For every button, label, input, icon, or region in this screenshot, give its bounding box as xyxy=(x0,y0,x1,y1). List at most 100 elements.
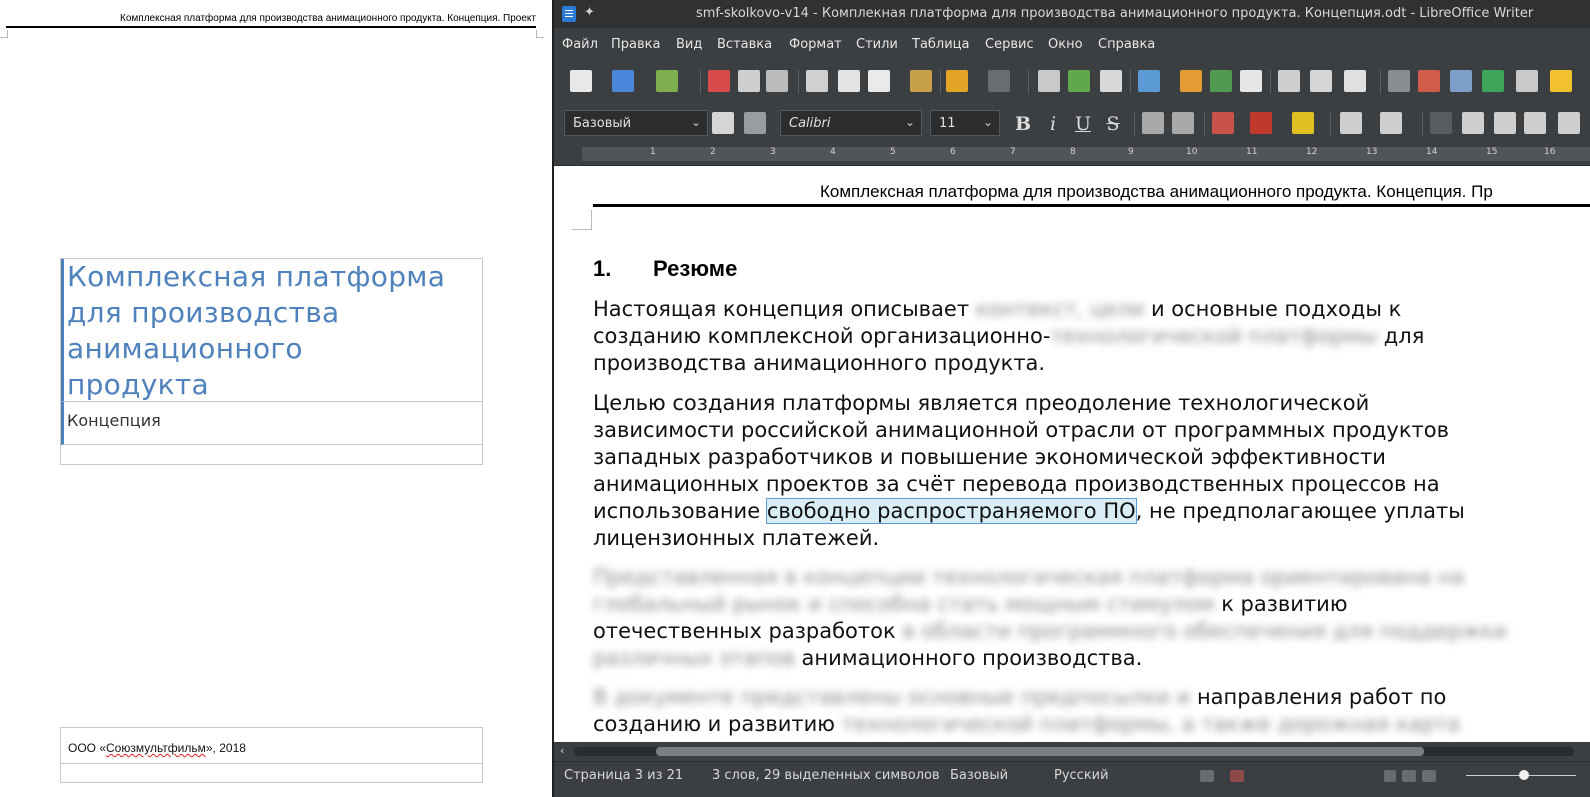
line-spacing-icon[interactable] xyxy=(1558,112,1580,134)
print-icon[interactable] xyxy=(738,70,760,92)
menu-tools[interactable]: Сервис xyxy=(985,37,1034,52)
bullet-list-icon[interactable] xyxy=(1340,112,1362,134)
menu-file[interactable]: Файл xyxy=(562,37,598,52)
scrollbar-thumb[interactable] xyxy=(656,747,1424,756)
insert-image-icon[interactable] xyxy=(1180,70,1202,92)
text-line: глобальный рынок и способна стать мощным… xyxy=(593,591,1590,618)
print-preview-icon[interactable] xyxy=(766,70,788,92)
align-right-icon[interactable] xyxy=(1494,112,1516,134)
writer-app-icon[interactable] xyxy=(562,6,576,22)
spellcheck-word[interactable]: Союзмультфильм xyxy=(106,741,206,755)
font-color-icon[interactable] xyxy=(1250,112,1272,134)
export-pdf-icon[interactable] xyxy=(708,70,730,92)
copy-icon[interactable] xyxy=(838,70,860,92)
selected-text[interactable]: свободно распространяемого ПО xyxy=(765,498,1137,524)
export-icon[interactable] xyxy=(656,70,678,92)
page-style[interactable]: Базовый xyxy=(950,768,1008,783)
menu-format[interactable]: Формат xyxy=(789,37,842,52)
insert-endnote-icon[interactable] xyxy=(1450,70,1472,92)
statusbar: Страница 3 из 21 3 слов, 29 выделенных с… xyxy=(554,761,1590,797)
multi-page-view-icon[interactable] xyxy=(1402,770,1416,782)
update-style-icon[interactable] xyxy=(712,112,734,134)
italic-button[interactable]: i xyxy=(1042,112,1064,136)
paragraph[interactable]: В документе представлены основные предпо… xyxy=(593,684,1590,738)
document-modified-icon[interactable] xyxy=(1230,770,1244,782)
page-indicator[interactable]: Страница 3 из 21 xyxy=(564,768,683,783)
paste-icon[interactable] xyxy=(868,70,890,92)
save-icon[interactable] xyxy=(612,70,634,92)
bold-button[interactable]: B xyxy=(1012,112,1034,136)
superscript-icon[interactable] xyxy=(1142,112,1164,134)
align-left-icon[interactable] xyxy=(1430,112,1452,134)
font-size-select[interactable]: 11 ⌄ xyxy=(930,110,1000,136)
menu-styles[interactable]: Стили xyxy=(856,37,898,52)
align-center-icon[interactable] xyxy=(1462,112,1484,134)
menu-edit[interactable]: Правка xyxy=(611,37,660,52)
footer-cell[interactable]: ООО «Союзмультфильм», 2018 xyxy=(61,728,482,764)
paragraph[interactable]: Настоящая концепция описывает контекст, … xyxy=(593,296,1590,377)
title-cell[interactable]: Комплексная платформа для производства а… xyxy=(61,259,482,402)
insert-comment-icon[interactable] xyxy=(1550,70,1572,92)
company-footer: ООО «Союзмультфильм», 2018 xyxy=(68,741,246,755)
paragraph[interactable]: Представленная в концепции технологическ… xyxy=(593,564,1590,672)
menu-window[interactable]: Окно xyxy=(1048,37,1083,52)
text-run: отечественных разработок xyxy=(593,619,903,643)
horizontal-scrollbar[interactable]: ‹ xyxy=(554,742,1590,761)
menu-insert[interactable]: Вставка xyxy=(717,37,772,52)
paragraph-style-select[interactable]: Базовый ⌄ xyxy=(564,110,708,136)
insert-page-break-icon[interactable] xyxy=(1278,70,1300,92)
insert-special-character-icon[interactable] xyxy=(1344,70,1366,92)
ruler-number: 1 xyxy=(650,147,656,157)
document-canvas[interactable]: Комплексная платформа для производства а… xyxy=(554,166,1590,742)
menu-view[interactable]: Вид xyxy=(676,37,702,52)
selection-mode-icon[interactable] xyxy=(1200,770,1214,782)
insert-table-icon[interactable] xyxy=(1138,70,1160,92)
scroll-left-icon[interactable]: ‹ xyxy=(560,744,564,757)
single-page-view-icon[interactable] xyxy=(1384,770,1396,782)
insert-field-icon[interactable] xyxy=(1310,70,1332,92)
menu-table[interactable]: Таблица xyxy=(912,37,970,52)
redacted-text: В документе представлены основные предпо… xyxy=(593,685,1191,709)
find-replace-icon[interactable] xyxy=(1038,70,1060,92)
formatting-marks-icon[interactable] xyxy=(1100,70,1122,92)
insert-footnote-icon[interactable] xyxy=(1418,70,1440,92)
cut-icon[interactable] xyxy=(806,70,828,92)
clone-formatting-icon[interactable] xyxy=(910,70,932,92)
word-count[interactable]: 3 слов, 29 выделенных символов xyxy=(712,768,940,783)
subtitle-cell[interactable]: Концепция xyxy=(61,402,482,445)
undo-icon[interactable] xyxy=(946,70,968,92)
horizontal-ruler[interactable]: 1 2 3 4 5 6 7 8 9 10 11 12 13 14 15 16 xyxy=(554,142,1590,166)
insert-bookmark-icon[interactable] xyxy=(1482,70,1504,92)
spellcheck-icon[interactable] xyxy=(1068,70,1090,92)
titlebar[interactable]: ✦ smf-skolkovo-v14 - Комплекная платформ… xyxy=(554,0,1590,28)
ruler-number: 4 xyxy=(830,147,836,157)
redo-icon[interactable] xyxy=(988,70,1010,92)
pin-icon[interactable]: ✦ xyxy=(584,5,595,20)
justify-icon[interactable] xyxy=(1524,112,1546,134)
numbered-list-icon[interactable] xyxy=(1380,112,1402,134)
menu-help[interactable]: Справка xyxy=(1098,37,1155,52)
subscript-icon[interactable] xyxy=(1172,112,1194,134)
book-view-icon[interactable] xyxy=(1422,770,1436,782)
language[interactable]: Русский xyxy=(1054,768,1109,783)
new-style-icon[interactable] xyxy=(744,112,766,134)
insert-crossref-icon[interactable] xyxy=(1516,70,1538,92)
new-document-icon[interactable] xyxy=(570,70,592,92)
underline-button[interactable]: U xyxy=(1072,112,1094,136)
highlight-color-icon[interactable] xyxy=(1292,112,1314,134)
ruler-number: 15 xyxy=(1486,147,1498,157)
clear-formatting-icon[interactable] xyxy=(1212,112,1234,134)
toolbar-separator xyxy=(1330,112,1331,136)
title-line: для производства xyxy=(67,296,340,329)
insert-chart-icon[interactable] xyxy=(1210,70,1232,92)
insert-hyperlink-icon[interactable] xyxy=(1388,70,1410,92)
font-name-select[interactable]: Calibri ⌄ xyxy=(780,110,922,136)
insert-textbox-icon[interactable] xyxy=(1240,70,1262,92)
strikethrough-button[interactable]: S xyxy=(1102,112,1124,136)
ruler-number: 8 xyxy=(1070,147,1076,157)
paragraph[interactable]: Целью создания платформы является преодо… xyxy=(593,390,1590,552)
redacted-text: технологической платформы, а также дорож… xyxy=(841,712,1460,736)
zoom-slider-handle[interactable] xyxy=(1519,770,1529,780)
page-preview: Комплексная платформа для производства а… xyxy=(0,0,552,797)
text-line: лицензионных платежей. xyxy=(593,526,880,550)
